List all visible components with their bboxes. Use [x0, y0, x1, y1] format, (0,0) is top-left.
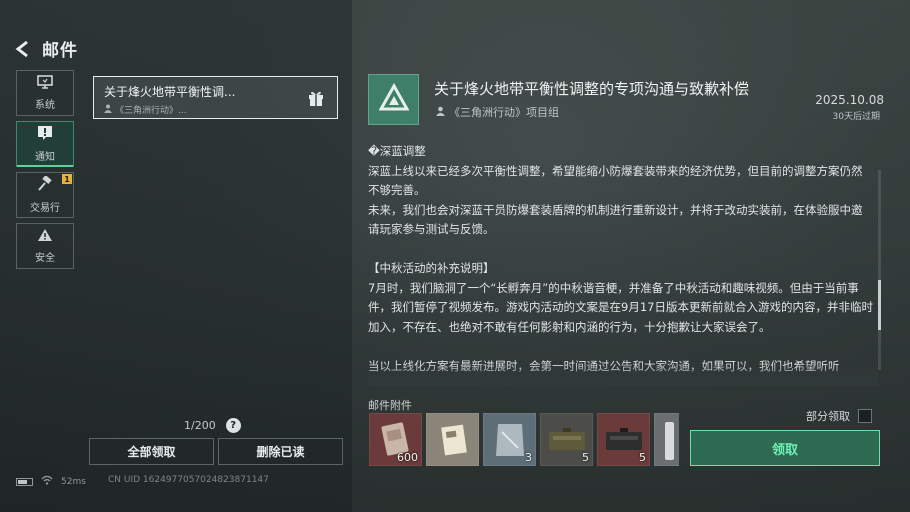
list-item[interactable]: 关于烽火地带平衡性调... 《三角洲行动》...: [93, 76, 338, 119]
nav-item-label: 安全: [35, 253, 55, 264]
user-icon: [436, 106, 445, 119]
attachment-item[interactable]: 600: [369, 413, 422, 466]
battery-icon: [16, 477, 33, 486]
tube-icon: [665, 422, 674, 460]
attachments-label: 邮件附件: [368, 399, 412, 412]
attachment-quantity: 3: [525, 451, 532, 464]
notification-badge: 1: [62, 174, 72, 184]
mail-sender-row: 《三角洲行动》项目组: [436, 104, 559, 120]
body-paragraph: 【中秋活动的补充说明】: [368, 261, 495, 275]
warning-triangle-icon: [37, 228, 53, 245]
attachment-quantity: 5: [582, 451, 589, 464]
nav-item-label: 交易行: [30, 203, 60, 214]
nav-item-label: 系统: [35, 100, 55, 111]
page-title: 邮件: [42, 41, 78, 61]
back-arrow-icon[interactable]: [14, 40, 32, 58]
nav-item-label: 通知: [35, 152, 55, 163]
body-paragraph: [368, 337, 873, 357]
attachment-item[interactable]: 3: [483, 413, 536, 466]
mail-item-sender: 《三角洲行动》...: [115, 106, 187, 116]
top-bar: 邮件: [14, 36, 78, 61]
nav-item-system[interactable]: 系统: [16, 70, 74, 116]
monitor-icon: [37, 75, 53, 92]
body-fade-overlay: [368, 362, 878, 386]
help-icon[interactable]: ?: [225, 418, 241, 433]
hammer-icon: [37, 175, 53, 195]
body-paragraph: 未来，我们也会对深蓝干员防爆套装盾牌的机制进行重新设计，并将于改动实装前，在体验…: [368, 202, 863, 237]
user-icon: [104, 104, 112, 116]
partial-claim-toggle[interactable]: 部分领取: [806, 408, 872, 424]
claim-button[interactable]: 领取: [690, 430, 880, 466]
ping-value: 52ms: [61, 476, 86, 487]
body-paragraph: 7月时，我们脑洞了一个“长孵奔月”的中秋谐音梗，并准备了中秋活动和趣味视频。但由…: [368, 280, 873, 334]
attachment-item[interactable]: 5: [540, 413, 593, 466]
nav-item-notice[interactable]: 通知: [16, 121, 74, 167]
nav-item-security[interactable]: 安全: [16, 223, 74, 269]
attachment-list: 600 3 5 5: [369, 413, 679, 466]
delete-read-button[interactable]: 删除已读: [218, 438, 343, 465]
attachment-item[interactable]: 5: [597, 413, 650, 466]
partial-claim-label: 部分领取: [806, 410, 850, 423]
body-paragraph: [368, 240, 873, 260]
attachment-item[interactable]: [426, 413, 479, 466]
mail-sender: 《三角洲行动》项目组: [449, 106, 559, 119]
body-scrollbar[interactable]: [878, 170, 881, 370]
status-bar: 52ms: [16, 475, 86, 488]
pagination: 1/200 ?: [184, 418, 241, 433]
mail-item-title: 关于烽火地带平衡性调...: [104, 85, 236, 99]
nav-item-trading[interactable]: 1 交易行: [16, 172, 74, 218]
mail-type-icon: [368, 74, 419, 125]
mail-item-sender-row: 《三角洲行动》...: [104, 103, 327, 116]
mail-expiry: 30天后过期: [832, 112, 880, 122]
attachment-quantity: 5: [639, 451, 646, 464]
delta-logo-icon: [377, 82, 410, 117]
wifi-icon: [41, 475, 53, 488]
gift-icon: [307, 89, 325, 107]
attachment-quantity: 600: [397, 451, 418, 464]
attachment-item[interactable]: [654, 413, 679, 466]
mail-body: �深蓝调整 深蓝上线以来已经多次平衡性调整，希望能缩小防爆套装带来的经济优势，但…: [368, 142, 873, 382]
document-card-icon: [441, 424, 467, 456]
claim-all-button[interactable]: 全部领取: [89, 438, 214, 465]
scrollbar-thumb[interactable]: [878, 280, 881, 330]
mail-list: 关于烽火地带平衡性调... 《三角洲行动》...: [93, 76, 338, 119]
user-uid: CN UID 1624977057024823871147: [108, 475, 269, 485]
partial-claim-checkbox[interactable]: [858, 409, 872, 423]
category-nav: 系统 通知 1 交易行 安全: [16, 70, 74, 269]
body-paragraph: 深蓝上线以来已经多次平衡性调整，希望能缩小防爆套装带来的经济优势，但目前的调整方…: [368, 163, 863, 198]
page-count: 1/200: [184, 419, 216, 432]
mail-title: 关于烽火地带平衡性调整的专项沟通与致歉补偿: [434, 80, 750, 98]
body-paragraph: �深蓝调整: [368, 144, 426, 158]
alert-box-icon: [37, 125, 53, 144]
mail-date: 2025.10.08: [815, 93, 884, 107]
